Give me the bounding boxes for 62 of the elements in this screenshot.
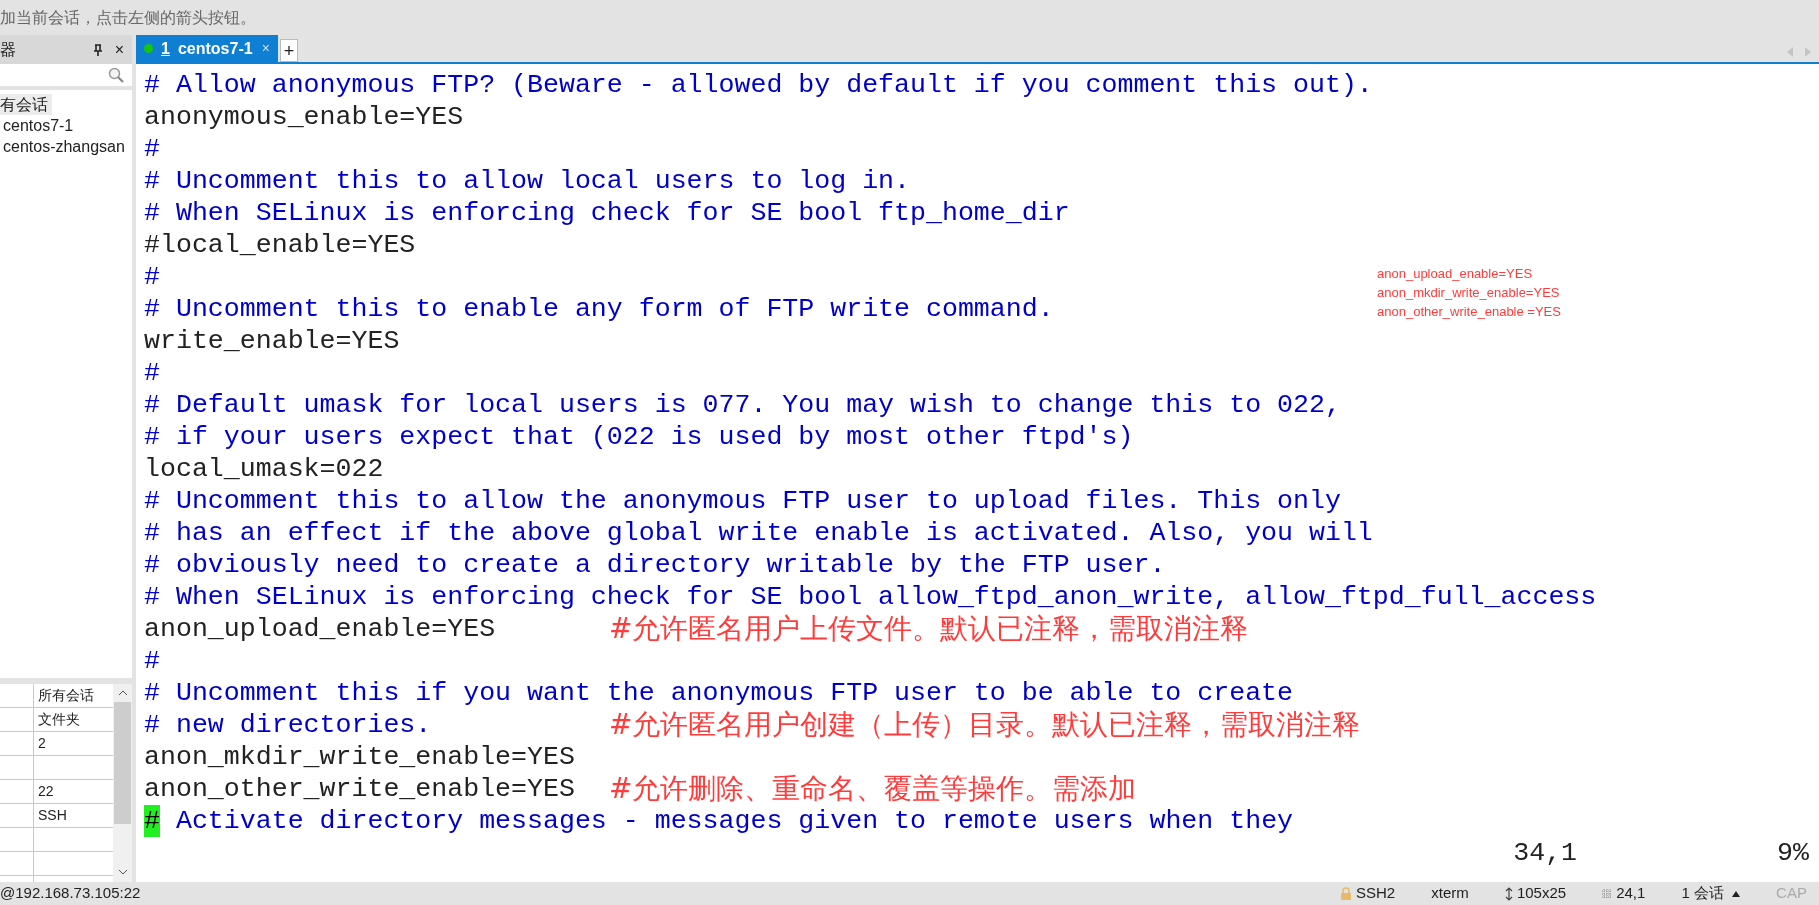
terminal-line: # When SELinux is enforcing check for SE bool ftp_home_dir [144, 197, 1070, 229]
cursor-position: 34,1 [1513, 837, 1578, 869]
terminal-line: # [144, 645, 160, 677]
terminal-line: anon_other_write_enable=YES [144, 773, 576, 805]
terminal-line: # Uncomment this to allow local users to log in. [144, 165, 911, 197]
session-tree-item[interactable]: centos-zhangsan [0, 136, 129, 157]
annotation-text: #允许删除、重命名、覆盖等操作。需添加 [609, 773, 1137, 805]
status-item: 24,1 [1616, 883, 1646, 904]
terminal-line: local_umask=022 [144, 453, 384, 485]
annotation-text: anon_upload_enable=YES [1377, 265, 1534, 283]
scrollbar-thumb[interactable] [114, 702, 131, 824]
session-tree-item[interactable]: 有会话 [0, 94, 52, 115]
terminal-line: anon_upload_enable=YES [144, 613, 497, 645]
pin-icon[interactable] [92, 43, 103, 56]
terminal-line: #local_enable=YES [144, 229, 416, 261]
annotation-text: anon_other_write_enable =YES [1377, 303, 1561, 321]
terminal-line: Activate directory messages - messages given to remote users when they [174, 805, 1294, 837]
status-item: xterm [1431, 883, 1469, 904]
property-value: 所有会话 [38, 686, 94, 705]
property-value: 22 [38, 782, 54, 801]
terminal-line: # if your users expect that (022 is used by most other ftpd's) [144, 421, 1134, 453]
terminal-line: # [144, 357, 160, 389]
lock-icon [1340, 887, 1352, 900]
property-value: 文件夹 [38, 710, 80, 729]
up-arrow-icon[interactable] [1732, 890, 1740, 897]
property-value: SSH [38, 806, 67, 825]
terminal-line: anonymous_enable=YES [144, 101, 464, 133]
terminal-cursor: # [144, 805, 160, 837]
terminal-line: # [144, 261, 160, 293]
resize-icon [1504, 886, 1513, 901]
terminal-line: # new directories. [144, 709, 433, 741]
tab-label: centos7-1 [177, 38, 253, 59]
session-tree-item[interactable]: centos7-1 [0, 115, 78, 136]
terminal-line: # [144, 133, 160, 165]
terminal-line: # Default umask for local users is 077. You may wish to change this to 022, [144, 389, 1341, 421]
close-button[interactable]: × [114, 41, 124, 58]
status-item: 1 会话 [1681, 883, 1724, 904]
tab-number: 1 [161, 38, 170, 59]
annotation-text: #允许匿名用户上传文件。默认已注释，需取消注释 [609, 613, 1249, 645]
status-item: 105x25 [1516, 883, 1567, 904]
hint-text: 加当前会话，点击左侧的箭头按钮。 [0, 7, 256, 28]
terminal-line: anon_mkdir_write_enable=YES [144, 741, 575, 773]
property-value: 2 [38, 734, 46, 753]
terminal-line: # Uncomment this if you want the anonymous FTP user to be able to create [144, 677, 1294, 709]
terminal-line: # obviously need to create a directory writable by the FTP user. [144, 549, 1166, 581]
status-item: CAP [1776, 883, 1807, 904]
host-address: @192.168.73.105:22 [0, 883, 142, 904]
terminal-line: # has an effect if the above global write enable is activated. Also, you will [144, 517, 1373, 549]
status-item: SSH2 [1356, 883, 1396, 904]
annotation-text: anon_mkdir_write_enable=YES [1377, 284, 1561, 302]
annotation-text: #允许匿名用户创建（上传）目录。默认已注释，需取消注释 [609, 709, 1361, 741]
terminal-line: # Uncomment this to allow the anonymous FTP user to upload files. This only [144, 485, 1341, 517]
terminal-line: write_enable=YES [144, 325, 400, 357]
terminal-line: # When SELinux is enforcing check for SE bool allow_ftpd_anon_write, allow_ftpd_full_access [144, 581, 1597, 613]
new-tab-button[interactable]: + [280, 39, 298, 62]
grid-icon [1602, 888, 1613, 899]
panel-title: 器 [0, 39, 16, 60]
scroll-percent: 9% [1777, 837, 1809, 869]
terminal-line: # Allow anonymous FTP? (Beware - allowed by default if you comment this out). [144, 69, 1373, 101]
terminal-line: # Uncomment this to enable any form of FTP write command. [144, 293, 1054, 325]
session-tab[interactable]: 1 centos7-1 × [136, 35, 278, 62]
search-icon [108, 67, 124, 83]
